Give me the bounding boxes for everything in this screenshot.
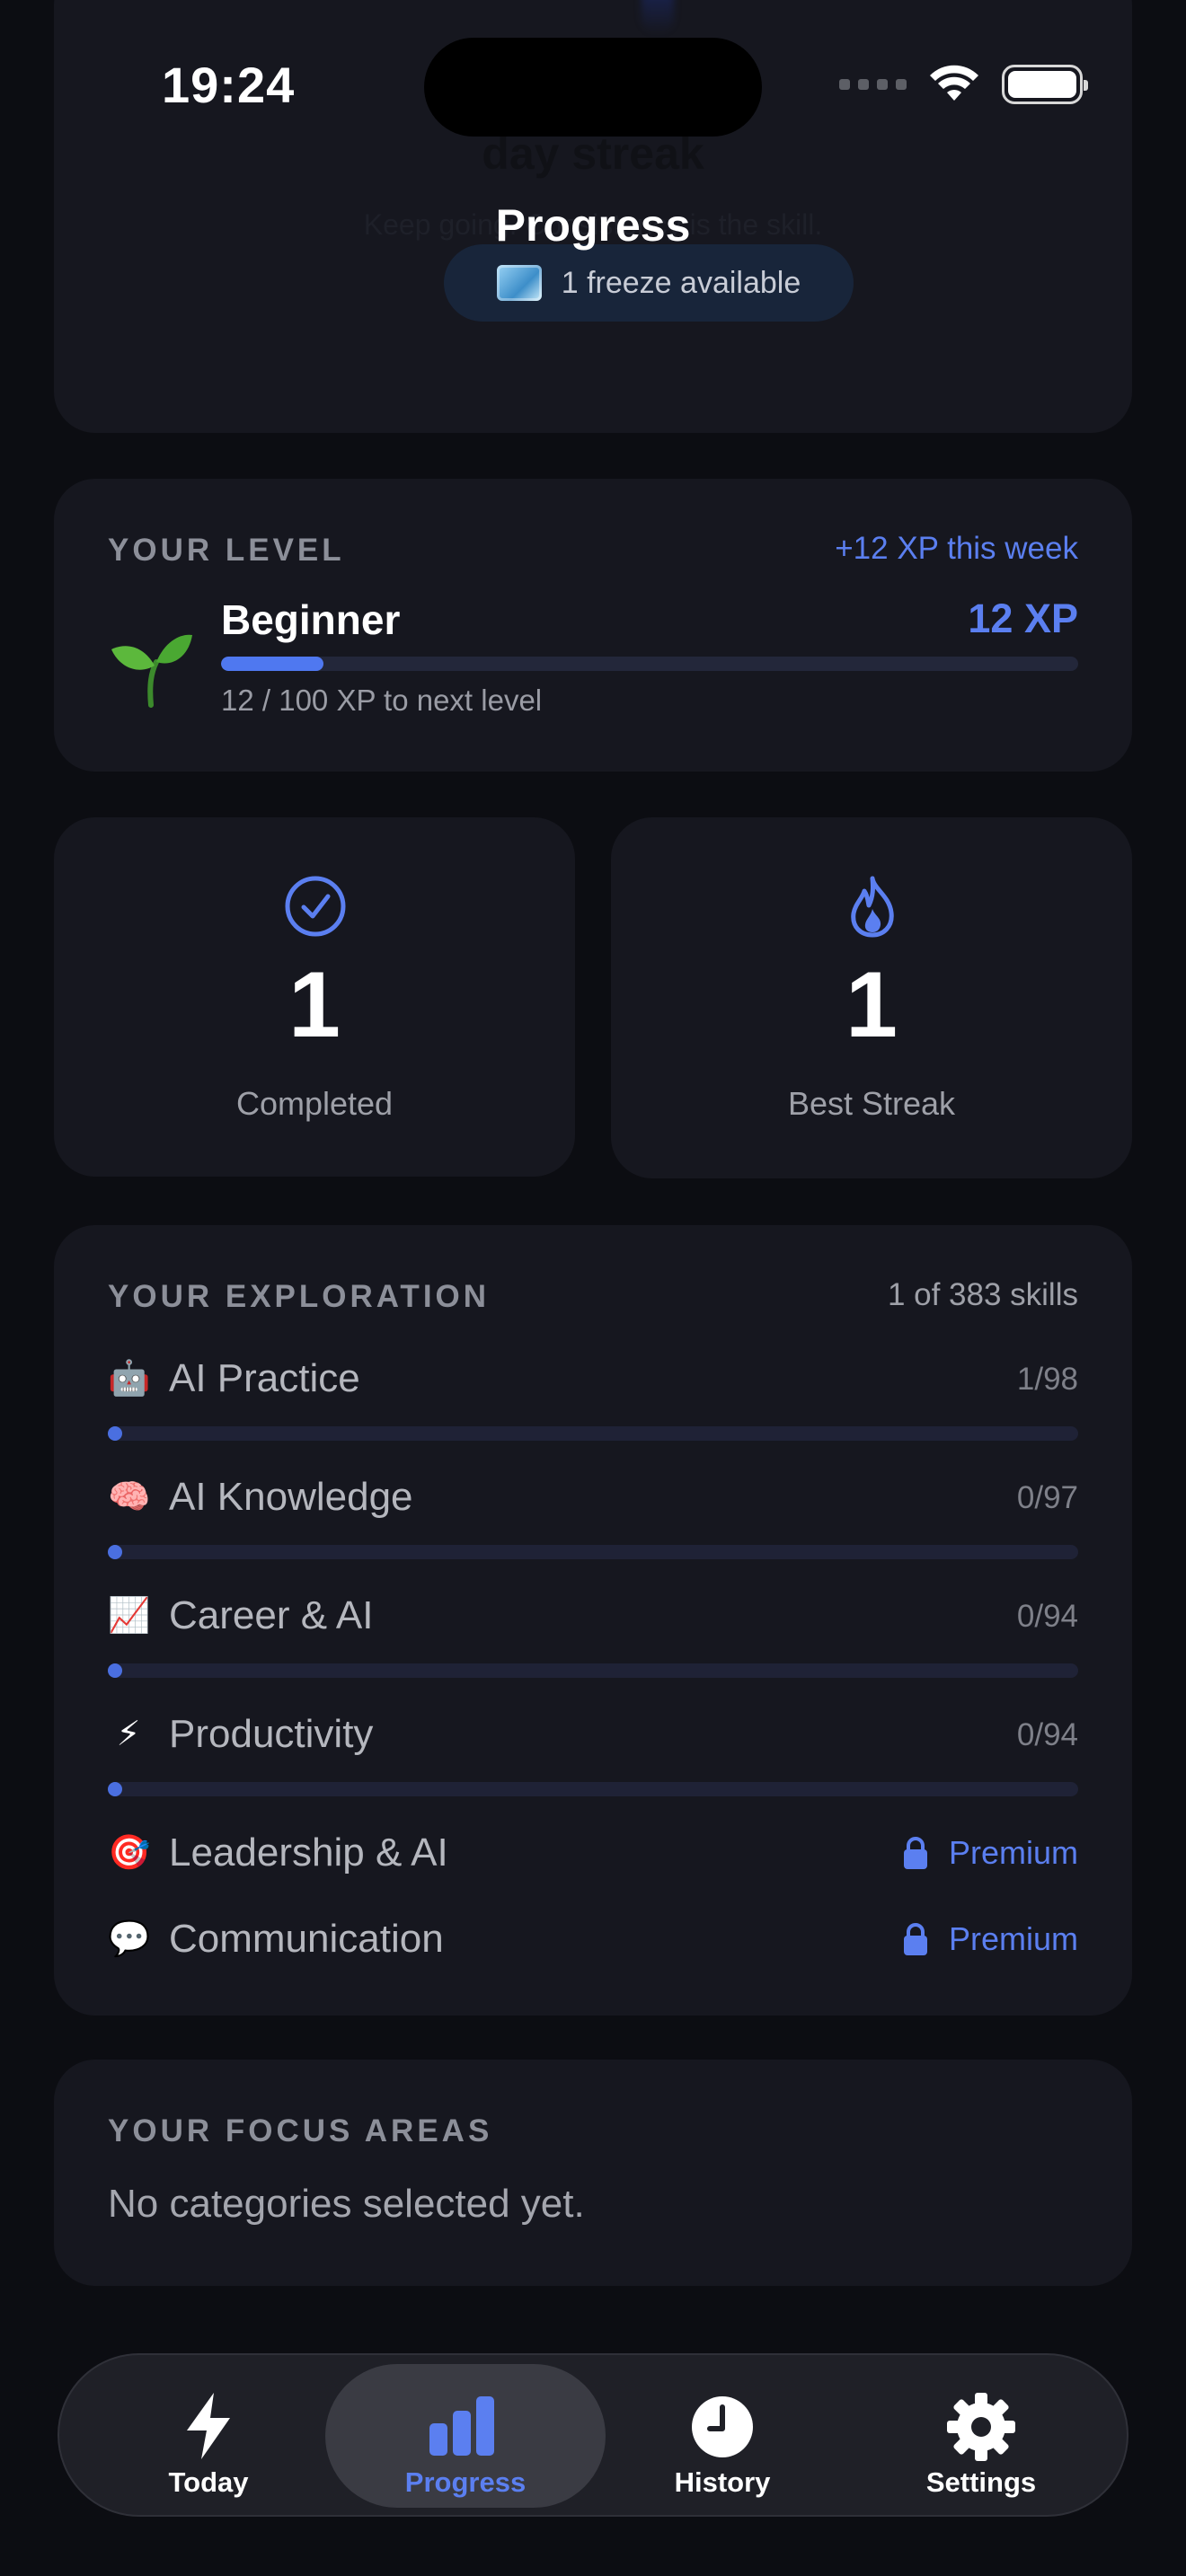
xp-total: 12 XP (968, 595, 1078, 641)
status-icons (839, 65, 1088, 104)
category-count: 0/94 (1016, 1599, 1078, 1634)
cellular-signal-icon (839, 79, 907, 90)
tab-label: History (674, 2466, 771, 2498)
ice-cube-icon (496, 265, 542, 301)
category-progress-bar (108, 1782, 1078, 1796)
page-title: Progress (495, 200, 691, 251)
best-streak-value: 1 (845, 953, 898, 1057)
category-progress-fill (108, 1663, 122, 1678)
xp-next-level: 12 / 100 XP to next level (221, 684, 543, 717)
tab-label: Progress (404, 2466, 527, 2498)
robot-icon: 🤖 (108, 1360, 151, 1398)
tab-today[interactable]: Today (74, 2364, 343, 2508)
brain-icon: 🧠 (108, 1478, 151, 1516)
category-count: 0/94 (1016, 1717, 1078, 1752)
level-card: YOUR LEVEL +12 XP this week Beginner 12 … (54, 479, 1132, 772)
focus-empty-text: No categories selected yet. (108, 2182, 585, 2226)
category-productivity[interactable]: ⚡ Productivity 0/94 (108, 1708, 1078, 1796)
category-name: AI Practice (169, 1356, 360, 1400)
category-count: 1/98 (1016, 1362, 1078, 1397)
tab-progress[interactable]: Progress (325, 2364, 606, 2508)
category-progress-fill (108, 1426, 122, 1441)
premium-badge[interactable]: Premium (902, 1834, 1078, 1872)
lightning-icon: ⚡ (116, 1716, 141, 1753)
best-streak-label: Best Streak (787, 1085, 956, 1122)
battery-icon (1002, 65, 1088, 104)
category-name: Communication (169, 1917, 444, 1961)
progress-screen: day streak Keep going. Consistency is th… (0, 0, 1186, 2576)
category-name: AI Knowledge (169, 1475, 413, 1519)
category-name: Leadership & AI (169, 1831, 448, 1875)
category-name: Productivity (169, 1712, 374, 1756)
clock-icon (692, 2396, 753, 2457)
exploration-section-label: YOUR EXPLORATION (108, 1279, 491, 1314)
category-progress-bar (108, 1663, 1078, 1678)
lock-icon (903, 1923, 927, 1955)
category-leadership-ai[interactable]: 🎯 Leadership & AI Premium (108, 1827, 1078, 1881)
level-name: Beginner (221, 596, 401, 643)
completed-stat-card: 1 Completed (54, 817, 575, 1177)
gear-icon (947, 2393, 1015, 2461)
freeze-label: 1 freeze available (561, 265, 801, 300)
level-section-label: YOUR LEVEL (108, 533, 345, 568)
tab-settings[interactable]: Settings (846, 2364, 1116, 2508)
category-progress-fill (108, 1545, 122, 1559)
xp-week-gain: +12 XP this week (835, 531, 1078, 566)
flame-icon (851, 876, 894, 938)
category-count: 0/97 (1016, 1480, 1078, 1515)
xp-progress-fill (221, 657, 324, 671)
completed-label: Completed (235, 1085, 394, 1122)
lock-icon (903, 1837, 927, 1869)
status-time: 19:24 (162, 57, 296, 113)
tab-label: Today (168, 2466, 249, 2498)
chart-bars-icon (429, 2396, 494, 2456)
best-streak-stat-card: 1 Best Streak (611, 817, 1132, 1178)
category-progress-fill (108, 1782, 122, 1796)
focus-section-label: YOUR FOCUS AREAS (108, 2113, 493, 2148)
category-name: Career & AI (169, 1593, 374, 1637)
category-progress-bar (108, 1545, 1078, 1559)
wifi-icon (930, 65, 978, 101)
premium-label: Premium (948, 1834, 1078, 1871)
tab-bar: Today Progress History Settings (58, 2353, 1128, 2517)
focus-areas-card: YOUR FOCUS AREAS No categories selected … (54, 2060, 1132, 2286)
freeze-pill[interactable]: 1 freeze available (444, 244, 854, 322)
exploration-card: YOUR EXPLORATION 1 of 383 skills 🤖 AI Pr… (54, 1225, 1132, 2016)
target-icon: 🎯 (108, 1834, 151, 1872)
xp-progress-bar (221, 657, 1078, 671)
streak-glow (642, 0, 674, 34)
premium-badge[interactable]: Premium (902, 1920, 1078, 1958)
premium-label: Premium (948, 1920, 1078, 1957)
category-ai-knowledge[interactable]: 🧠 AI Knowledge 0/97 (108, 1471, 1078, 1559)
dynamic-island (424, 38, 762, 137)
speech-bubble-icon: 💬 (108, 1920, 151, 1958)
category-progress-bar (108, 1426, 1078, 1441)
category-career-ai[interactable]: 📈 Career & AI 0/94 (108, 1590, 1078, 1678)
chart-up-icon: 📈 (108, 1597, 151, 1635)
bolt-icon (187, 2393, 230, 2459)
tab-label: Settings (925, 2466, 1037, 2498)
category-ai-practice[interactable]: 🤖 AI Practice 1/98 (108, 1353, 1078, 1441)
check-circle-icon (285, 876, 346, 937)
sprout-icon (111, 634, 192, 708)
completed-value: 1 (288, 953, 341, 1057)
skills-count: 1 of 383 skills (887, 1277, 1078, 1312)
tab-history[interactable]: History (588, 2364, 857, 2508)
category-communication[interactable]: 💬 Communication Premium (108, 1913, 1078, 1967)
